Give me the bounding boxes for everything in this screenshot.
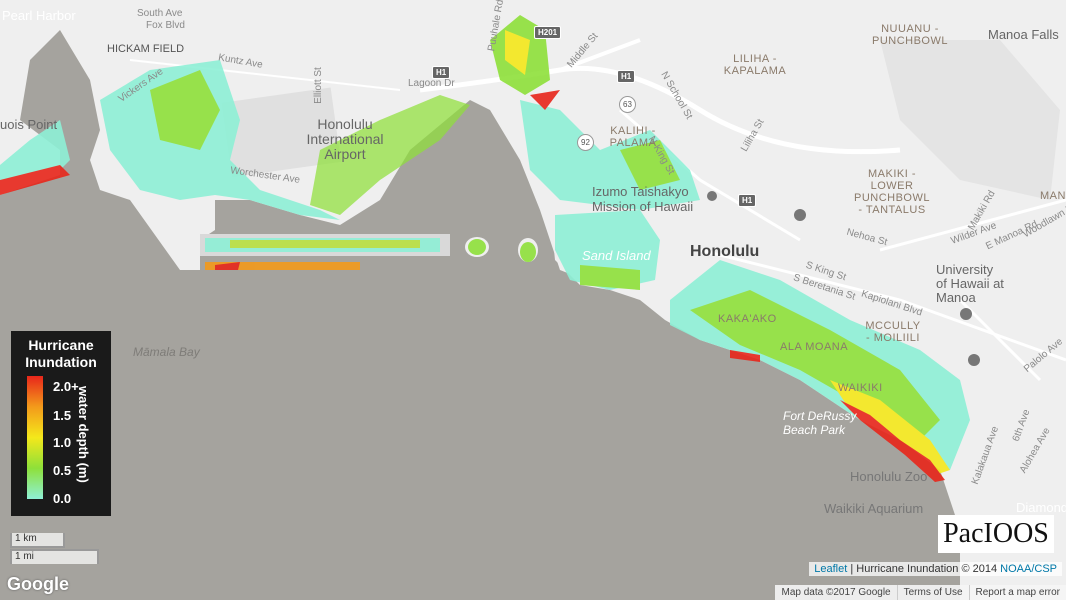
poi-label-honolulu-zoo: Honolulu Zoo (850, 469, 928, 484)
scale-bar-mi: 1 mi (10, 549, 99, 564)
road-label-elliott: Elliott St (312, 67, 324, 104)
legend-tick: 0.5 (53, 463, 72, 478)
route-marker: 63 (619, 96, 636, 113)
legend-tick: 2.0+ (53, 379, 79, 394)
hood-label-mccully: MCCULLY - MOILIILI (865, 320, 921, 344)
attribution-separator: | (850, 563, 854, 575)
poi-label-fort-derussy: Fort DeRussy Beach Park (783, 409, 857, 437)
hood-label-kakaako: KAKA'AKO (718, 313, 777, 325)
highway-shield: H201 (534, 26, 562, 39)
place-label-pearl-harbor: Pearl Harbor (2, 8, 76, 23)
place-label-ewa: uois Point (0, 117, 58, 132)
legend-title: Hurricane Inundation (25, 337, 97, 370)
place-label-univ-hawaii: University of Hawaii at Manoa (936, 262, 1004, 305)
map-footer: Map data ©2017 Google Terms of Use Repor… (775, 585, 1066, 600)
highway-shield: H1 (738, 194, 757, 207)
scale-bar-km: 1 km (10, 533, 65, 548)
route-marker: 92 (577, 134, 594, 151)
legend-axis-label: water depth (m) (76, 386, 91, 483)
inundation-legend: Hurricane Inundation 2.0+ 1.5 1.0 0.5 0.… (11, 331, 111, 516)
highway-shield: H1 (432, 66, 451, 79)
legend-tick: 1.5 (53, 408, 72, 423)
leaflet-link[interactable]: Leaflet (814, 563, 847, 575)
legend-tick: 1.0 (53, 435, 72, 450)
google-logo[interactable]: Google (7, 574, 69, 595)
legend-color-ramp (27, 376, 43, 499)
poi-marker (960, 308, 972, 320)
hood-label-nuuanu: NUUANU - PUNCHBOWL (871, 23, 948, 47)
city-label-honolulu: Honolulu (690, 243, 760, 260)
hood-label-kalihi: KALIHI - PALAMA (609, 125, 657, 149)
place-label-manoa-falls: Manoa Falls (988, 27, 1059, 42)
hood-label-waikiki: WAIKIKI (838, 382, 883, 394)
attribution-text: Hurricane Inundation © 2014 (856, 563, 998, 575)
place-label-diamond: Diamond (1016, 500, 1066, 515)
pacioos-logo[interactable]: PacIOOS (938, 515, 1054, 553)
terms-link[interactable]: Terms of Use (896, 585, 969, 600)
map-attribution: Leaflet | Hurricane Inundation © 2014 NO… (809, 562, 1062, 576)
highway-shield: H1 (617, 70, 636, 83)
road-label-lagoon: Lagoon Dr (408, 78, 455, 89)
place-label-airport: Honolulu International Airport (306, 116, 384, 162)
road-label-south-ave: South Ave (137, 8, 183, 19)
legend-tick: 0.0 (53, 491, 72, 506)
hood-label-makiki: MAKIKI - LOWER PUNCHBOWL - TANTALUS (853, 168, 930, 216)
map-data-credit: Map data ©2017 Google (781, 587, 891, 598)
poi-label-izumo: Izumo Taishakyo Mission of Hawaii (592, 184, 694, 214)
map-canvas[interactable]: South Ave Fox Blvd Kuntz Ave Vickers Ave… (0, 0, 1066, 600)
poi-marker (794, 209, 806, 221)
poi-label-waikiki-aquarium: Waikiki Aquarium (824, 501, 924, 516)
hood-label-liliha: LILIHA - KAPALAMA (723, 53, 787, 77)
poi-marker (968, 354, 980, 366)
water-label-mamala-bay: Māmala Bay (133, 345, 200, 359)
road-label-fox-blvd: Fox Blvd (146, 20, 185, 31)
place-label-hickam: HICKAM FIELD (107, 43, 185, 55)
noaa-link[interactable]: NOAA/CSP (1000, 563, 1057, 575)
report-error-link[interactable]: Report a map error (968, 585, 1066, 600)
hood-label-ala-moana: ALA MOANA (780, 341, 849, 353)
hood-label-manoa: MANOA (1040, 190, 1066, 202)
place-label-sand-island: Sand Island (582, 248, 651, 263)
